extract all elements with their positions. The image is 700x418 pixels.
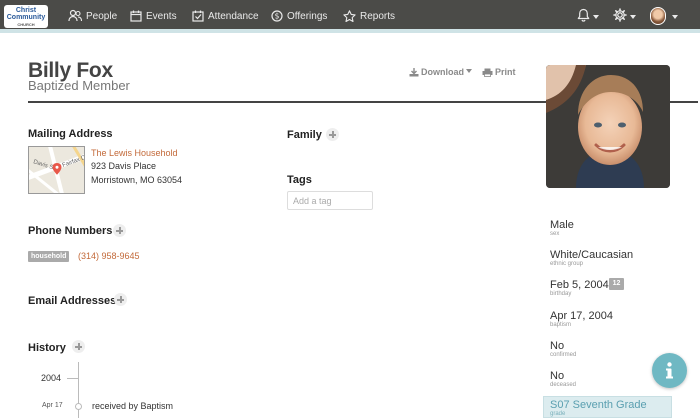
logo-line-2: Community <box>6 14 46 21</box>
address-map[interactable]: Davis St Fairfax Dr <box>28 146 85 194</box>
add-email-button[interactable] <box>114 293 127 306</box>
church-logo[interactable]: Christ Community CHURCH <box>4 5 48 28</box>
phone-number-link[interactable]: (314) 958-9645 <box>78 251 140 261</box>
timeline-dot <box>75 403 82 410</box>
gear-icon <box>613 8 627 22</box>
nav-attendance[interactable]: Attendance <box>192 0 259 33</box>
download-button[interactable]: Download <box>409 67 472 77</box>
notifications-menu[interactable] <box>577 8 599 26</box>
baptism-value: Apr 17, 2004 <box>550 310 613 322</box>
confirmed-value: No <box>550 340 565 352</box>
settings-menu[interactable] <box>613 8 636 26</box>
mailing-address-heading: Mailing Address <box>28 128 113 140</box>
timeline-tick <box>67 378 78 379</box>
info-button[interactable] <box>652 353 687 388</box>
download-label: Download <box>421 67 464 77</box>
people-icon <box>68 9 83 22</box>
nav-reports-label: Reports <box>360 11 396 22</box>
info-icon <box>666 362 673 379</box>
add-tag-input[interactable]: Add a tag <box>287 191 373 210</box>
nav-offerings-label: Offerings <box>287 11 328 22</box>
address-street: 923 Davis Place <box>91 161 157 171</box>
timeline-date: Apr 17 <box>42 402 63 409</box>
phone-type-badge: household <box>28 251 70 262</box>
birthday-value: Feb 5, 2004 <box>550 279 609 291</box>
download-icon <box>409 68 419 77</box>
phone-numbers-heading: Phone Numbers <box>28 225 113 237</box>
chevron-down-icon <box>466 69 472 73</box>
svg-text:$: $ <box>275 12 280 21</box>
timeline-year: 2004 <box>41 373 62 383</box>
nav-attendance-label: Attendance <box>208 11 259 22</box>
nav-people[interactable]: People <box>68 0 117 33</box>
deceased-label: deceased <box>550 382 577 388</box>
logo-line-3: CHURCH <box>17 22 35 27</box>
tags-heading: Tags <box>287 174 312 186</box>
email-addresses-heading: Email Addresses <box>28 295 117 307</box>
grade-label: grade <box>550 411 566 417</box>
top-nav: Christ Community CHURCH People Events At… <box>0 0 700 33</box>
grade-value: S07 Seventh Grade <box>550 399 647 411</box>
checkbox-calendar-icon <box>192 10 204 22</box>
sex-label: sex <box>550 231 560 237</box>
bell-icon <box>577 8 590 22</box>
nav-events[interactable]: Events <box>130 0 177 33</box>
timeline-event: received by Baptism <box>92 401 174 411</box>
ethnic-group-label: ethnic group <box>550 261 584 267</box>
family-heading: Family <box>287 129 322 141</box>
print-button[interactable]: Print <box>482 67 516 77</box>
deceased-value: No <box>550 370 565 382</box>
confirmed-label: confirmed <box>550 352 577 358</box>
baptism-label: baptism <box>550 322 572 328</box>
nav-offerings[interactable]: $ Offerings <box>271 0 327 33</box>
member-status: Baptized Member <box>28 78 130 93</box>
add-history-button[interactable] <box>72 340 85 353</box>
star-icon <box>343 10 356 23</box>
calendar-icon <box>130 10 142 22</box>
address-city: Morristown, MO 63054 <box>91 175 183 185</box>
ethnic-group-value: White/Caucasian <box>550 249 634 261</box>
printer-icon <box>482 68 493 77</box>
nav-events-label: Events <box>146 11 177 22</box>
nav-reports[interactable]: Reports <box>343 0 395 33</box>
person-photo[interactable] <box>546 65 670 188</box>
history-heading: History <box>28 342 66 354</box>
household-link[interactable]: The Lewis Household <box>91 148 178 158</box>
add-family-button[interactable] <box>326 128 339 141</box>
birthday-label: birthday <box>550 291 572 297</box>
user-avatar[interactable] <box>650 7 666 25</box>
dollar-coin-icon: $ <box>271 10 283 22</box>
chevron-down-icon[interactable] <box>672 15 678 19</box>
chevron-down-icon <box>630 15 636 19</box>
logo-line-1: Christ <box>15 7 37 14</box>
chevron-down-icon <box>593 15 599 19</box>
nav-people-label: People <box>86 11 118 22</box>
add-phone-button[interactable] <box>113 224 126 237</box>
print-label: Print <box>495 67 516 77</box>
age-badge: 12 <box>609 278 624 290</box>
sex-value: Male <box>550 219 574 231</box>
